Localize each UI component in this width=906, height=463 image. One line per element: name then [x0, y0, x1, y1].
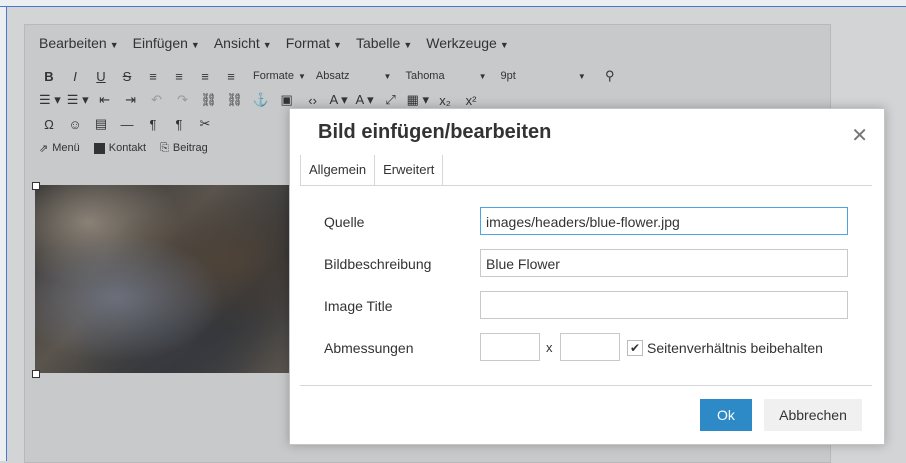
- ltr-icon[interactable]: ¶: [143, 117, 163, 132]
- toolbar-row-4: ⇗ Menü Kontakt ⎘ Beitrag: [39, 137, 222, 159]
- toolbar-row-3: Ω ☺ ▤ — ¶ ¶ ✂: [39, 113, 221, 135]
- menu-werkzeuge[interactable]: Werkzeuge ▼: [426, 35, 508, 51]
- cut-icon[interactable]: ✂: [195, 116, 215, 132]
- tab-erweitert[interactable]: Erweitert: [375, 155, 444, 185]
- link-icon[interactable]: ⛓: [199, 92, 219, 108]
- indent-icon[interactable]: ⇥: [121, 92, 141, 108]
- checkmark-icon: ✔: [629, 341, 641, 355]
- dialog-tabs: Allgemein Erweitert: [300, 155, 872, 186]
- tab-allgemein[interactable]: Allgemein: [300, 155, 376, 185]
- paragraph-select[interactable]: Absatz ▼: [316, 70, 392, 82]
- menu-bearbeiten[interactable]: Bearbeiten ▼: [39, 35, 119, 51]
- horizontal-rule-icon[interactable]: —: [117, 117, 137, 132]
- width-input[interactable]: [480, 333, 540, 361]
- menu-tabelle[interactable]: Tabelle ▼: [356, 35, 412, 51]
- special-char-icon[interactable]: Ω: [39, 117, 59, 132]
- dialog-footer-divider: [300, 385, 872, 386]
- source-input[interactable]: images/headers/blue-flower.jpg: [480, 207, 848, 235]
- align-center-icon[interactable]: ≡: [169, 69, 189, 84]
- formats-select[interactable]: Formate ▼: [253, 70, 306, 82]
- source-row: Quelle images/headers/blue-flower.jpg: [290, 207, 884, 237]
- font-family-select[interactable]: Tahoma ▼: [405, 70, 486, 82]
- description-input[interactable]: Blue Flower: [480, 249, 848, 277]
- font-size-select[interactable]: 9pt ▼: [501, 70, 586, 82]
- ok-button[interactable]: Ok: [700, 399, 752, 431]
- outdent-icon[interactable]: ⇤: [95, 92, 115, 108]
- title-label: Image Title: [324, 298, 393, 314]
- cancel-button[interactable]: Abbrechen: [764, 399, 862, 431]
- menu-button[interactable]: ⇗ Menü: [39, 142, 80, 155]
- image-icon[interactable]: ▣: [277, 92, 297, 108]
- numbered-list-icon[interactable]: ☰ ▾: [67, 92, 89, 108]
- underline-button[interactable]: U: [91, 69, 111, 84]
- resize-handle-top-left[interactable]: [32, 182, 40, 190]
- strikethrough-button[interactable]: S: [117, 69, 137, 84]
- superscript-icon[interactable]: x²: [461, 93, 481, 108]
- rtl-icon[interactable]: ¶: [169, 117, 189, 132]
- description-label: Bildbeschreibung: [324, 256, 432, 272]
- source-label: Quelle: [324, 214, 365, 230]
- menu-format[interactable]: Format ▼: [286, 35, 342, 51]
- window-frame-left: [0, 7, 7, 461]
- align-right-icon[interactable]: ≡: [195, 69, 215, 84]
- post-button[interactable]: ⎘ Beitrag: [160, 142, 208, 155]
- post-icon: ⎘: [160, 141, 169, 154]
- subscript-icon[interactable]: x₂: [435, 93, 455, 108]
- anchor-icon[interactable]: ⚓: [251, 92, 271, 108]
- dimensions-row: Abmessungen x ✔ Seitenverhältnis beibeha…: [290, 333, 884, 363]
- height-input[interactable]: [560, 333, 620, 361]
- media-icon[interactable]: ▤: [91, 116, 111, 132]
- dimensions-separator: x: [546, 340, 553, 355]
- menubar: Bearbeiten ▼ Einfügen ▼ Ansicht ▼ Format ▼ T…: [25, 25, 830, 61]
- undo-icon[interactable]: ↶: [147, 92, 167, 108]
- title-input[interactable]: [480, 291, 848, 319]
- emoticon-icon[interactable]: ☺: [65, 117, 85, 132]
- toolbar-row-1: B I U S ≡ ≡ ≡ ≡ Formate ▼ Absatz ▼ Tahoma ▼…: [39, 65, 626, 87]
- close-icon[interactable]: ✕: [851, 123, 868, 148]
- bold-button[interactable]: B: [39, 69, 59, 84]
- fullscreen-icon[interactable]: ⤢: [381, 92, 401, 108]
- bullet-list-icon[interactable]: ☰ ▾: [39, 92, 61, 108]
- contact-icon: [93, 142, 105, 154]
- code-icon[interactable]: ‹›: [303, 93, 323, 108]
- align-justify-icon[interactable]: ≡: [221, 69, 241, 84]
- dimensions-label: Abmessungen: [324, 340, 414, 356]
- table-icon[interactable]: ▦ ▾: [407, 92, 429, 108]
- content-image[interactable]: [35, 185, 305, 373]
- keep-ratio-label: Seitenverhältnis beibehalten: [647, 340, 823, 356]
- menu-ansicht[interactable]: Ansicht ▼: [214, 35, 272, 51]
- italic-button[interactable]: I: [65, 69, 85, 84]
- dialog-title: Bild einfügen/bearbeiten: [318, 121, 552, 143]
- title-row: Image Title: [290, 291, 884, 321]
- unlink-icon[interactable]: ⛓: [225, 92, 245, 108]
- contact-button[interactable]: Kontakt: [93, 142, 146, 154]
- text-color-icon[interactable]: A ▾: [329, 92, 349, 108]
- menu-einfuegen[interactable]: Einfügen ▼: [133, 35, 200, 51]
- find-replace-icon[interactable]: ⚲: [600, 68, 620, 84]
- image-dialog: Bild einfügen/bearbeiten ✕ Allgemein Erw…: [289, 108, 885, 445]
- description-row: Bildbeschreibung Blue Flower: [290, 249, 884, 279]
- align-left-icon[interactable]: ≡: [143, 69, 163, 84]
- keep-ratio-checkbox[interactable]: ✔: [627, 340, 643, 356]
- resize-handle-bottom-left[interactable]: [32, 370, 40, 378]
- background-color-icon[interactable]: A ▾: [355, 92, 375, 108]
- window-frame-top: [0, 0, 906, 7]
- menu-link-icon: ⇗: [39, 142, 49, 155]
- redo-icon[interactable]: ↷: [173, 92, 193, 108]
